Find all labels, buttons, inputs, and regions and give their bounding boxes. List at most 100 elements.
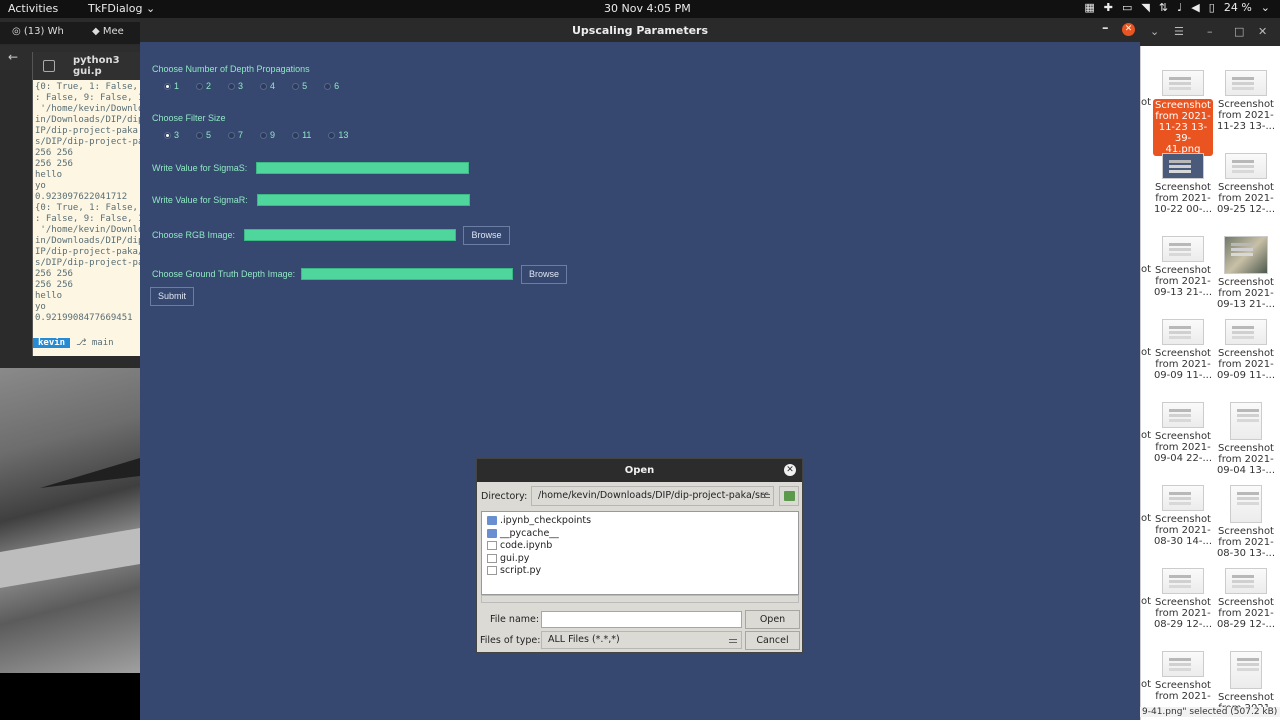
minimize-icon[interactable]: –	[1102, 21, 1109, 36]
file-label-line: Screenshot	[1218, 99, 1274, 110]
chevron-down-icon[interactable]: ⌄	[1261, 1, 1270, 14]
battery-percent: 24 %	[1223, 1, 1252, 14]
file-name-input[interactable]	[541, 611, 742, 628]
browser-tab-whatsapp[interactable]: ◎ (13) Wh	[12, 26, 64, 37]
depth-radio-5[interactable]: 5	[292, 81, 307, 91]
close-icon[interactable]: ✕	[1258, 25, 1267, 38]
clock[interactable]: 30 Nov 4:05 PM	[604, 2, 691, 15]
filter-radio-5[interactable]: 5	[196, 130, 211, 140]
file-list-item[interactable]: code.ipynb	[487, 540, 552, 551]
depth-radio-3[interactable]: 3	[228, 81, 243, 91]
filter-radio-13[interactable]: 13	[328, 130, 348, 140]
radio-label: 5	[302, 81, 308, 91]
desktop-file[interactable]: Screenshot from 2021- 09-09 11-...	[1153, 319, 1213, 381]
file-label-line: from 2021-	[1155, 691, 1211, 702]
desktop-file[interactable]: Screenshot from 2021- 08-30 13-...	[1216, 485, 1276, 559]
terminal-line: 256 256	[35, 148, 73, 158]
file-list-item[interactable]: gui.py	[487, 553, 529, 564]
file-browser-controls: ⌄ ☰ – □ ✕	[1140, 18, 1280, 46]
new-tab-icon[interactable]	[43, 60, 55, 72]
back-arrow-icon[interactable]: ←	[8, 50, 18, 64]
depth-radio-6[interactable]: 6	[324, 81, 339, 91]
main-window-titlebar: Upscaling Parameters – ✕	[140, 18, 1140, 42]
directory-dropdown[interactable]: /home/kevin/Downloads/DIP/dip-project-pa…	[531, 486, 774, 506]
menu-icon[interactable]: ☰	[1174, 25, 1184, 38]
sigmas-input[interactable]	[256, 162, 469, 174]
desktop-file[interactable]: Screenshot from 2021- 09-04 22-...	[1153, 402, 1213, 464]
cancel-button[interactable]: Cancel	[745, 631, 800, 650]
minimize-icon[interactable]: –	[1207, 25, 1213, 38]
file-list[interactable]: .ipynb_checkpoints __pycache__ code.ipynb g…	[481, 511, 799, 595]
maximize-icon[interactable]: □	[1234, 25, 1244, 38]
terminal-line: {0: True, 1: False,	[35, 82, 138, 92]
depth-radio-1[interactable]: 1	[164, 81, 179, 91]
ground-truth-input[interactable]	[301, 268, 513, 280]
browser-tab-meet[interactable]: ◆ Mee	[92, 26, 124, 37]
open-button[interactable]: Open	[745, 610, 800, 629]
depth-radio-4[interactable]: 4	[260, 81, 275, 91]
close-icon[interactable]: ✕	[1122, 23, 1135, 36]
radio-label: 13	[338, 130, 349, 140]
filter-radio-7[interactable]: 7	[228, 130, 243, 140]
desktop-file[interactable]: Screenshotfrom 2021-	[1216, 651, 1276, 714]
app-menu-label: TkFDialog	[88, 2, 143, 15]
file-label-line: 09-09 11-...	[1153, 370, 1213, 381]
grid-icon[interactable]: ▦	[1084, 1, 1094, 14]
file-list-item[interactable]: .ipynb_checkpoints	[487, 515, 591, 526]
desktop-file[interactable]: Screenshotfrom 2021-	[1153, 651, 1213, 702]
file-label: Screenshot from 2021- 09-04 13-...	[1216, 443, 1276, 476]
browse-ground-truth-button[interactable]: Browse	[521, 265, 567, 284]
terminal-prompt[interactable]: kevin ⎇ main	[33, 338, 141, 348]
sigmar-input[interactable]	[257, 194, 470, 206]
file-name: script.py	[500, 565, 542, 576]
submit-button[interactable]: Submit	[150, 287, 194, 306]
app-menu[interactable]: TkFDialog ⌄	[88, 2, 155, 15]
extension-icon[interactable]: ✚	[1104, 1, 1113, 14]
terminal-line: IP/dip-project-paka	[35, 126, 138, 136]
file-label: Screenshot from 2021- 08-29 12-...	[1216, 597, 1276, 630]
parent-directory-button[interactable]	[779, 486, 799, 506]
sigmar-label: Write Value for SigmaR:	[152, 195, 248, 205]
desktop-file[interactable]: Screenshot from 2021- 08-29 12-...	[1216, 568, 1276, 630]
microphone-icon: ♩	[1177, 1, 1183, 14]
file-thumbnail	[1225, 153, 1267, 179]
filter-radio-11[interactable]: 11	[292, 130, 311, 140]
file-list-item[interactable]: script.py	[487, 565, 541, 576]
desktop-file[interactable]: Screenshot from 2021- 08-30 14-...	[1153, 485, 1213, 547]
desktop-file[interactable]: Screenshot from 2021- 09-09 11-...	[1216, 319, 1276, 381]
folder-up-icon	[784, 491, 795, 501]
file-label-line: Screenshot	[1218, 443, 1274, 454]
radio-dot-icon	[228, 131, 236, 139]
depth-radio-2[interactable]: 2	[196, 81, 211, 91]
file-label-line: from 2021-	[1218, 608, 1274, 619]
terminal-output: {0: True, 1: False,: False, 9: False, 1 …	[33, 80, 140, 338]
files-of-type-dropdown[interactable]: ALL Files (*.*,*)	[541, 631, 742, 649]
file-name-label: File name:	[490, 614, 539, 625]
desktop-file[interactable]: Screenshot from 2021- 09-25 12-...	[1216, 153, 1276, 215]
filter-radio-3[interactable]: 3	[164, 130, 179, 140]
partial-file-label: ot	[1141, 347, 1152, 358]
desktop-file[interactable]: Screenshot from 2021- 11-23 13-...	[1216, 70, 1276, 132]
desktop-file[interactable]: Screenshot from 2021- 09-13 21-...	[1216, 236, 1276, 310]
desktop-file[interactable]: Screenshot from 2021- 09-13 21-...	[1153, 236, 1213, 298]
chevron-down-icon[interactable]: ⌄	[1150, 25, 1159, 38]
rgb-image-input[interactable]	[244, 229, 456, 241]
file-name: .ipynb_checkpoints	[500, 515, 592, 526]
desktop-file[interactable]: Screenshot from 2021- 08-29 12-...	[1153, 568, 1213, 630]
desktop-file[interactable]: Screenshot from 2021- 09-04 13-...	[1216, 402, 1276, 476]
system-tray[interactable]: ▦ ✚ ▭ ◥ ⇅ ♩ ◀ ▯ 24 % ⌄	[1084, 1, 1270, 14]
file-label-line: from 2021-	[1155, 111, 1211, 122]
browse-rgb-button[interactable]: Browse	[463, 226, 510, 245]
radio-dot-icon	[292, 131, 300, 139]
activities-button[interactable]: Activities	[8, 2, 58, 15]
file-thumbnail	[1162, 153, 1204, 179]
file-list-item[interactable]: __pycache__	[487, 528, 559, 539]
desktop-file[interactable]: Screenshot from 2021- 11-23 13-39- 41.png	[1153, 70, 1213, 156]
horizontal-scrollbar[interactable]	[481, 595, 799, 603]
terminal-line: 256 256	[35, 159, 73, 169]
terminal-window[interactable]: python3 gui.p {0: True, 1: False,: False…	[32, 52, 140, 356]
desktop-file[interactable]: Screenshot from 2021- 10-22 00-...	[1153, 153, 1213, 215]
close-icon[interactable]: ✕	[784, 464, 796, 476]
file-label-line: 09-13 21-...	[1153, 287, 1213, 298]
filter-radio-9[interactable]: 9	[260, 130, 275, 140]
